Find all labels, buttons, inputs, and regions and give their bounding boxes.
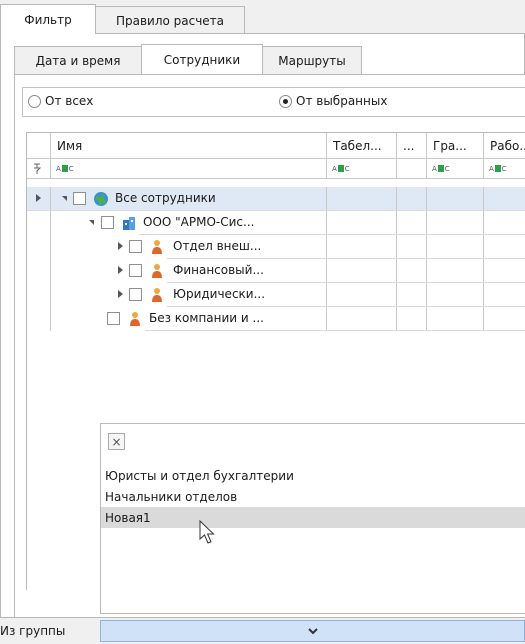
radio-from-selected[interactable]: От выбранных [279,94,387,108]
tab-calc-rule-label: Правило расчета [115,13,225,28]
radio-from-selected-circle[interactable] [279,94,292,108]
tab-routes-label: Маршруты [278,53,346,68]
tab-filter-label: Фильтр [24,12,72,27]
tab-routes[interactable]: Маршруты [262,46,362,74]
column-header-more-label: ... [403,138,415,153]
radio-from-selected-label: От выбранных [296,94,388,108]
group-option-label: Новая1 [105,510,151,525]
tab-filter[interactable]: Фильтр [0,4,96,34]
close-icon[interactable]: × [108,433,125,450]
filter-cell-schedule[interactable]: AC [427,159,484,179]
table-row[interactable]: Отдел внеш... [27,235,525,259]
filter-pin-icon [34,163,42,174]
group-option[interactable]: Новая1 [101,507,525,528]
group-dropdown-popup: × Юристы и отдел бухгалтерии Начальники … [100,423,525,614]
column-header-tabel-label: Табел... [333,138,382,153]
group-selector-combo[interactable] [100,620,525,642]
table-row[interactable]: Все сотрудники [27,187,525,211]
filter-cell-work[interactable]: AC [484,159,525,179]
radio-from-all-label: От всех [45,94,94,108]
table-row[interactable]: Без компании и ... [27,307,525,331]
group-option[interactable]: Юристы и отдел бухгалтерии [101,465,525,486]
column-header-name-label: Имя [57,138,83,153]
column-header-schedule-label: Гра... [433,138,467,153]
table-row[interactable]: Юридически... [27,283,525,307]
filter-cell-more[interactable] [397,159,427,179]
radio-from-all[interactable]: От всех [28,94,93,108]
group-selector-label: Из группы [0,624,66,638]
group-option-label: Юристы и отдел бухгалтерии [105,468,294,483]
table-row[interactable]: Финансовый... [27,259,525,283]
group-option[interactable]: Начальники отделов [101,486,525,507]
column-header-name[interactable]: Имя [51,133,327,159]
abc-filter-icon: AC [432,164,450,173]
column-header-more[interactable]: ... [397,133,427,159]
filter-cell-name[interactable]: AC [51,159,327,179]
column-header-tabel[interactable]: Табел... [327,133,397,159]
tab-calc-rule[interactable]: Правило расчета [95,6,245,34]
column-header-work-label: Рабо... [490,138,525,153]
filter-cell-tabel[interactable]: AC [327,159,397,179]
column-header-schedule[interactable]: Гра... [427,133,484,159]
radio-from-all-circle[interactable] [28,94,41,108]
group-option-label: Начальники отделов [105,489,238,504]
filter-row-indicator [27,159,51,179]
row-indicator-header [27,133,51,159]
table-row[interactable]: ООО "АРМО-Сис... [27,211,525,235]
chevron-down-icon[interactable] [307,627,318,635]
tab-date-time[interactable]: Дата и время [14,46,142,74]
mouse-cursor-icon [199,520,215,544]
tab-employees-label: Сотрудники [163,52,241,67]
column-header-work[interactable]: Рабо... [484,133,525,159]
abc-filter-icon: AC [56,164,74,173]
tab-employees[interactable]: Сотрудники [141,44,263,74]
source-radio-group [22,87,525,117]
tab-date-time-label: Дата и время [35,53,121,68]
abc-filter-icon: AC [332,164,350,173]
abc-filter-icon: AC [489,164,507,173]
close-glyph: × [111,434,122,449]
